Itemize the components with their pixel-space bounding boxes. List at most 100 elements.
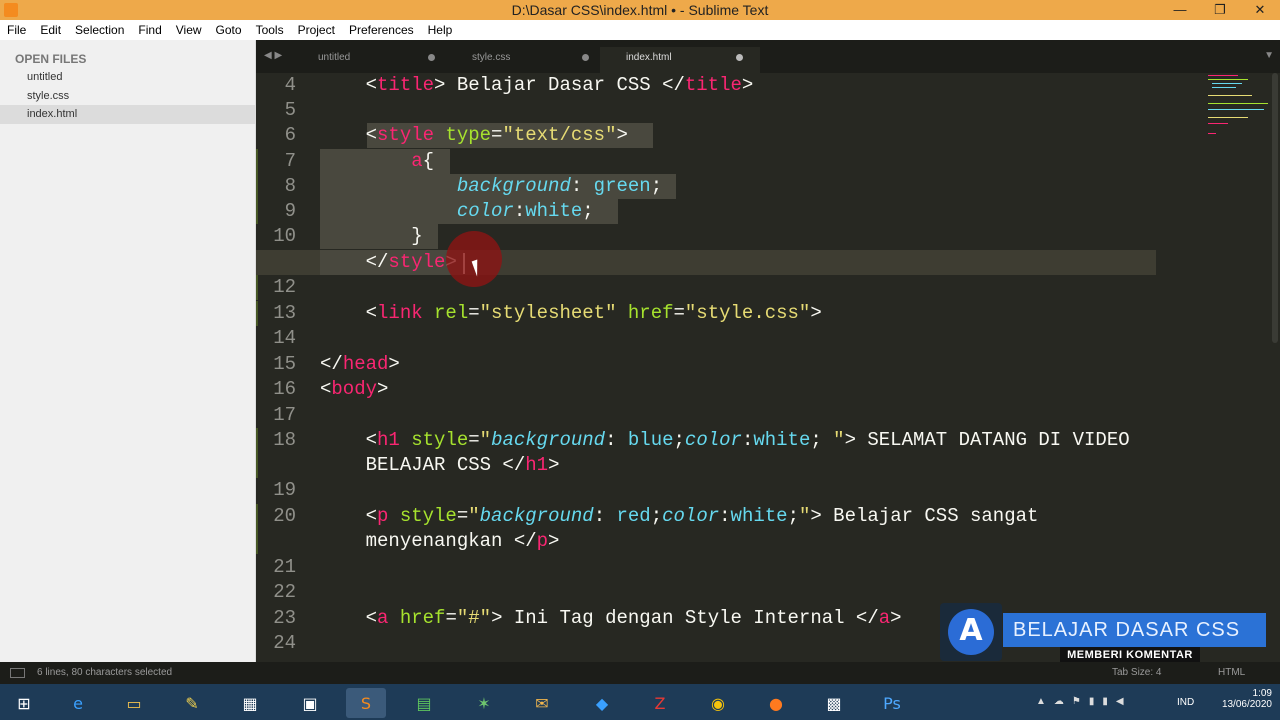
menu-view[interactable]: View	[176, 23, 202, 37]
mouse-click-highlight	[446, 231, 502, 287]
system-tray-icons[interactable]: ▲☁⚑▮▮◀	[1036, 696, 1132, 707]
code-line: background: green;	[456, 175, 663, 197]
spreadsheet-icon[interactable]: ▤	[404, 688, 444, 718]
tab-label: index.html	[626, 52, 672, 63]
line-number: 10	[273, 225, 296, 247]
code-line: </head>	[320, 353, 400, 375]
line-number: 24	[273, 632, 296, 654]
line-number: 5	[284, 99, 296, 121]
dirty-dot-icon[interactable]	[428, 54, 435, 61]
tab-bar: ◀ ▶ untitled style.css index.html ▼	[256, 40, 1280, 73]
menu-edit[interactable]: Edit	[40, 23, 61, 37]
code-line: <h1 style="background: blue;color:white;…	[365, 429, 1130, 451]
line-number: 21	[273, 556, 296, 578]
sublime-text-taskbar-icon[interactable]: S	[346, 688, 386, 718]
line-number: 22	[273, 581, 296, 603]
filezilla-icon[interactable]: Z	[640, 688, 680, 718]
language-indicator[interactable]: IND	[1177, 697, 1194, 708]
tab-list-dropdown-icon[interactable]: ▼	[1264, 50, 1274, 61]
firefox-icon[interactable]: ●	[756, 688, 796, 718]
code-editor[interactable]: 4 5 6 7 8 9 10 11 12 13 14 15 16 17 18 1…	[256, 73, 1280, 662]
minimize-button[interactable]: —	[1160, 0, 1200, 20]
line-number: 23	[273, 607, 296, 629]
promo-title: BELAJAR DASAR CSS	[1003, 613, 1266, 647]
window-title: D:\Dasar CSS\index.html • - Sublime Text	[511, 2, 769, 18]
code-editor-taskbar-icon[interactable]: ▣	[290, 688, 330, 718]
channel-logo: A	[940, 603, 1002, 661]
modified-line-marker	[256, 301, 258, 326]
menu-find[interactable]: Find	[138, 23, 161, 37]
sidebar: OPEN FILES untitled style.css index.html	[0, 40, 256, 662]
syntax-indicator[interactable]: HTML	[1218, 662, 1245, 684]
line-number: 19	[273, 479, 296, 501]
vertical-scrollbar[interactable]	[1272, 73, 1278, 343]
clock[interactable]: 1:09 13/06/2020	[1222, 688, 1272, 710]
promo-subtitle: MEMBERI KOMENTAR	[1060, 647, 1200, 663]
clock-time: 1:09	[1252, 688, 1272, 699]
title-bar: D:\Dasar CSS\index.html • - Sublime Text…	[0, 0, 1280, 20]
code-content[interactable]: <title> Belajar Dasar CSS </title> <styl…	[256, 73, 1156, 629]
sidebar-file-style-css[interactable]: style.css	[0, 87, 256, 106]
sidebar-file-untitled[interactable]: untitled	[0, 68, 256, 87]
dirty-dot-icon[interactable]	[582, 54, 589, 61]
tab-label: style.css	[472, 52, 511, 63]
line-number: 17	[273, 404, 296, 426]
close-button[interactable]: ✕	[1240, 0, 1280, 20]
tab-nav-arrows-icon[interactable]: ◀ ▶	[264, 50, 282, 61]
promo-overlay: A BELAJAR DASAR CSS MEMBERI KOMENTAR	[940, 603, 1270, 663]
code-line: <a href="#"> Ini Tag dengan Style Intern…	[365, 607, 902, 629]
menu-goto[interactable]: Goto	[216, 23, 242, 37]
menu-tools[interactable]: Tools	[256, 23, 284, 37]
tab-style-css[interactable]: style.css	[446, 47, 606, 73]
channel-logo-letter: A	[948, 609, 994, 655]
file-explorer-icon[interactable]: ▭	[114, 688, 154, 718]
line-number: 15	[273, 353, 296, 375]
menu-bar: File Edit Selection Find View Goto Tools…	[0, 20, 1280, 40]
maximize-button[interactable]: ❐	[1200, 0, 1240, 20]
modified-line-marker	[256, 149, 258, 174]
menu-file[interactable]: File	[7, 23, 26, 37]
line-number: 20	[273, 505, 296, 527]
xampp-icon[interactable]: ✶	[464, 688, 504, 718]
tab-size-indicator[interactable]: Tab Size: 4	[1112, 662, 1161, 684]
panel-toggle-icon[interactable]	[10, 668, 25, 678]
start-button-windows-icon[interactable]: ⊞	[4, 688, 44, 718]
video-editor-icon[interactable]: ▩	[814, 688, 854, 718]
code-line: <p style="background: red;color:white;">…	[365, 505, 1039, 527]
line-number: 16	[273, 378, 296, 400]
line-number: 6	[284, 124, 296, 146]
sidebar-file-index-html[interactable]: index.html	[0, 105, 256, 124]
line-number: 7	[284, 150, 296, 172]
status-message: 6 lines, 80 characters selected	[37, 667, 173, 678]
windows-taskbar: ⊞ e ▭ ✎ ▦ ▣ S ▤ ✶ ✉ ◆ Z ◉ ● ▩ Ps ▲☁⚑▮▮◀ …	[0, 684, 1280, 720]
open-files-header: OPEN FILES	[15, 52, 87, 66]
menu-selection[interactable]: Selection	[75, 23, 124, 37]
code-line: }	[411, 225, 423, 247]
dirty-dot-icon[interactable]	[736, 54, 743, 61]
paint-tool-icon[interactable]: ✎	[172, 688, 212, 718]
code-line: </style>	[365, 251, 457, 273]
tab-untitled[interactable]: untitled	[292, 47, 452, 73]
modified-line-marker	[256, 428, 258, 478]
code-line: BELAJAR CSS </h1>	[365, 454, 560, 476]
line-number: 12	[273, 276, 296, 298]
code-line: <body>	[320, 378, 389, 400]
tab-index-html[interactable]: index.html	[600, 47, 760, 73]
menu-project[interactable]: Project	[298, 23, 335, 37]
calculator-icon[interactable]: ▦	[230, 688, 270, 718]
chrome-icon[interactable]: ◉	[698, 688, 738, 718]
menu-help[interactable]: Help	[428, 23, 453, 37]
line-number: 14	[273, 327, 296, 349]
status-bar: 6 lines, 80 characters selected Tab Size…	[0, 662, 1280, 684]
photoshop-icon[interactable]: Ps	[872, 688, 912, 718]
code-line: <link rel="stylesheet" href="style.css">	[365, 302, 822, 324]
mail-icon[interactable]: ✉	[522, 688, 562, 718]
line-number: 13	[273, 302, 296, 324]
code-line: <title> Belajar Dasar CSS </title>	[365, 74, 754, 96]
internet-explorer-icon[interactable]: e	[58, 688, 98, 718]
menu-preferences[interactable]: Preferences	[349, 23, 414, 37]
visual-studio-icon[interactable]: ◆	[582, 688, 622, 718]
minimap[interactable]	[1204, 73, 1270, 143]
code-line: menyenangkan </p>	[365, 530, 560, 552]
line-number: 8	[284, 175, 296, 197]
